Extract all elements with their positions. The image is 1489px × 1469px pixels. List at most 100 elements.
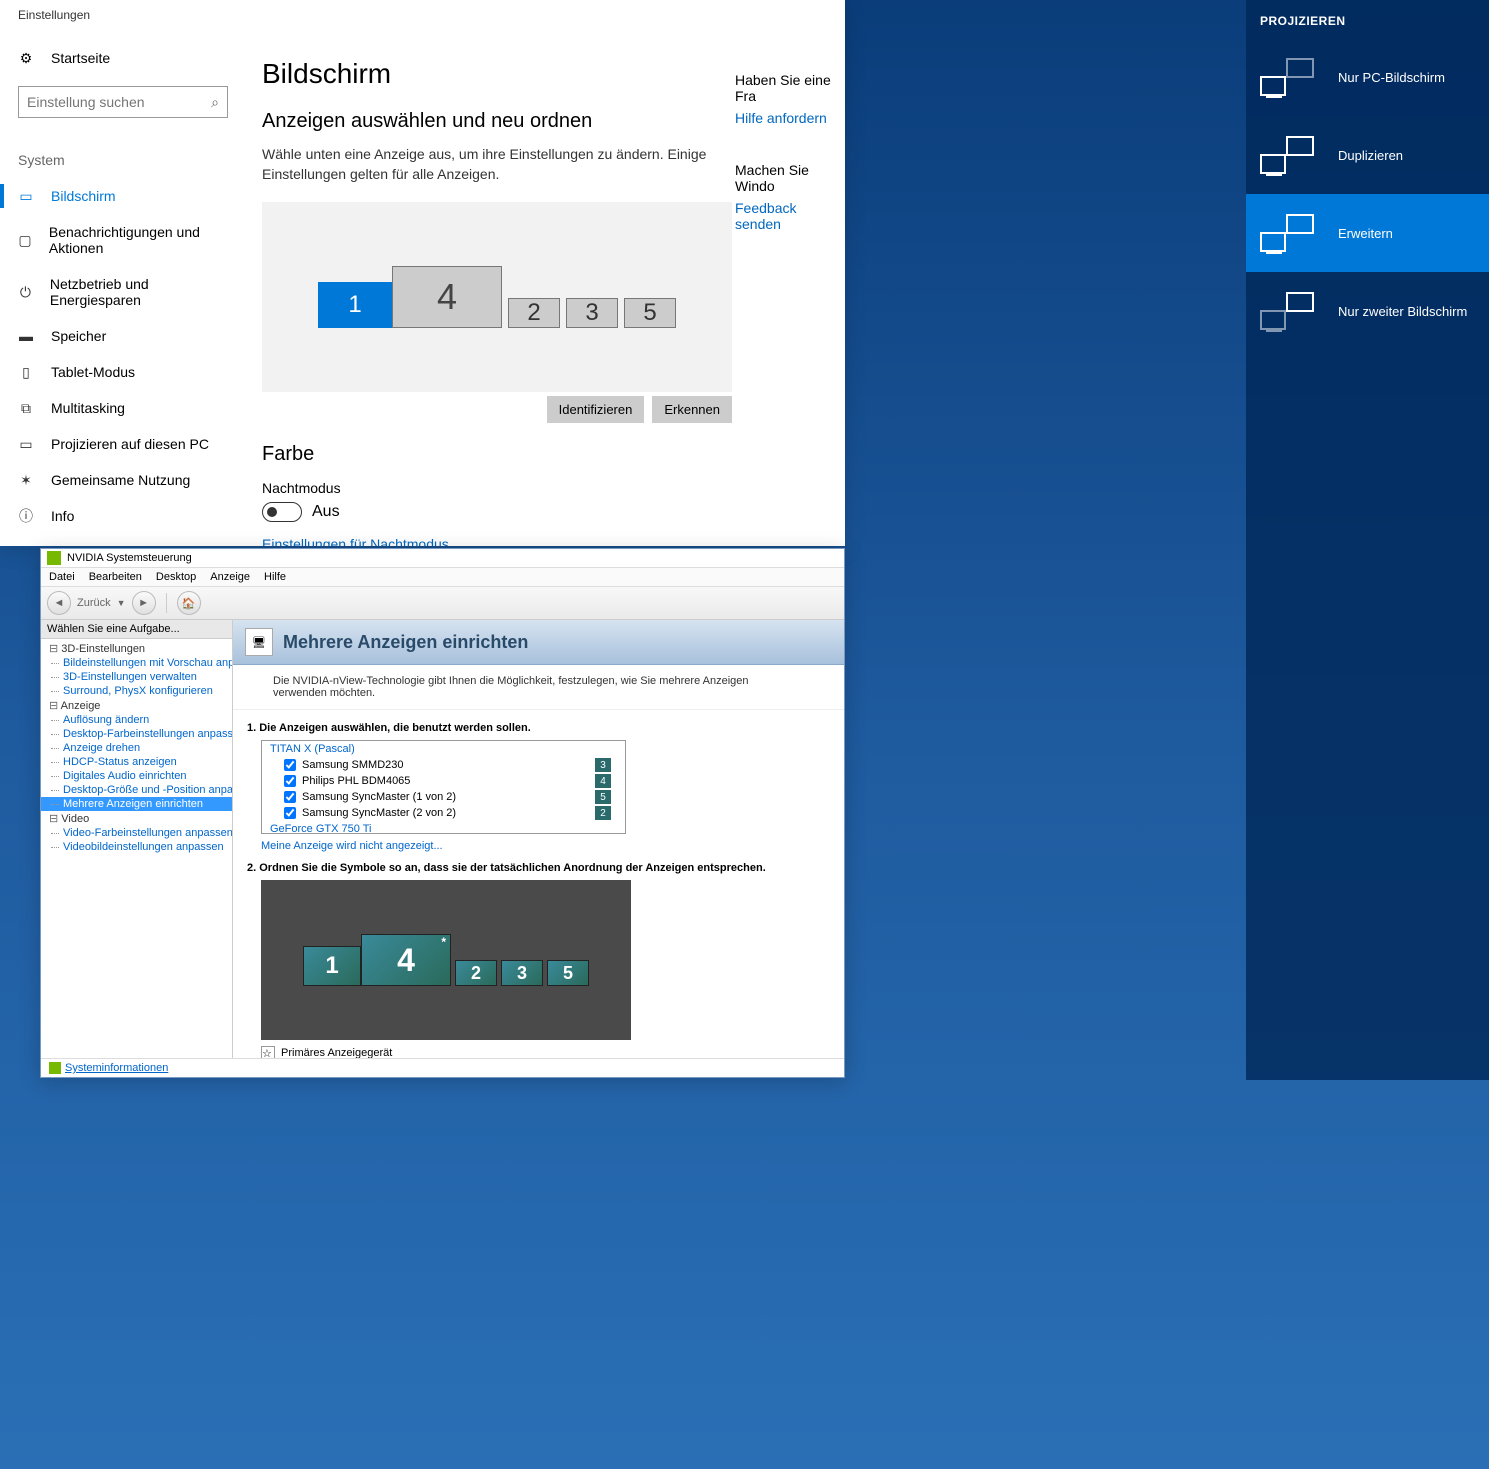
star-icon: ☆ bbox=[261, 1046, 275, 1058]
project-title: PROJIZIEREN bbox=[1246, 0, 1489, 38]
display-row[interactable]: Samsung SyncMaster (2 von 2)2 bbox=[262, 805, 625, 821]
settings-window: Einstellungen ⚙ Startseite ⌕ System ▭Bil… bbox=[0, 0, 845, 546]
nv-monitor-1[interactable]: 1 bbox=[303, 946, 361, 986]
duplicate-icon bbox=[1260, 136, 1322, 174]
tree-leaf[interactable]: Anzeige drehen bbox=[41, 741, 232, 755]
forward-button[interactable]: ► bbox=[132, 591, 156, 615]
project-second-only[interactable]: Nur zweiter Bildschirm bbox=[1246, 272, 1489, 350]
nav-gemeinsame[interactable]: ✶Gemeinsame Nutzung bbox=[0, 462, 248, 498]
tree-heading: Wählen Sie eine Aufgabe... bbox=[41, 620, 232, 639]
step-1-label: 1. Die Anzeigen auswählen, die benutzt w… bbox=[247, 722, 830, 734]
monitor-4[interactable]: 4 bbox=[392, 266, 502, 328]
menu-bearbeiten[interactable]: Bearbeiten bbox=[89, 571, 142, 583]
sysinfo-link[interactable]: Systeminformationen bbox=[41, 1058, 844, 1077]
tree-leaf-selected[interactable]: Mehrere Anzeigen einrichten bbox=[41, 797, 232, 811]
nav-multitasking[interactable]: ⧉Multitasking bbox=[0, 390, 248, 426]
menu-desktop[interactable]: Desktop bbox=[156, 571, 196, 583]
display-checkbox[interactable] bbox=[284, 807, 296, 819]
help-link[interactable]: Hilfe anfordern bbox=[735, 110, 845, 126]
primary-star-icon: * bbox=[441, 935, 446, 949]
nvidia-toolbar: ◄ Zurück ▼ ► 🏠 bbox=[41, 587, 844, 620]
feedback-heading: Machen Sie Windo bbox=[735, 162, 845, 194]
project-pc-only[interactable]: Nur PC-Bildschirm bbox=[1246, 38, 1489, 116]
tree-leaf[interactable]: Video-Farbeinstellungen anpassen bbox=[41, 826, 232, 840]
home-button-nv[interactable]: 🏠 bbox=[177, 591, 201, 615]
multidisplay-icon: 🖥 bbox=[245, 628, 273, 656]
multitasking-icon: ⧉ bbox=[18, 400, 34, 416]
display-arrange-area[interactable]: 1 4 2 3 5 bbox=[262, 202, 732, 392]
tree-leaf[interactable]: Auflösung ändern bbox=[41, 713, 232, 727]
back-button[interactable]: ◄ bbox=[47, 591, 71, 615]
menu-anzeige[interactable]: Anzeige bbox=[210, 571, 250, 583]
search-input[interactable]: ⌕ bbox=[18, 86, 228, 118]
color-heading: Farbe bbox=[262, 443, 805, 466]
primary-display-row: ☆Primäres Anzeigegerät bbox=[261, 1046, 816, 1058]
night-mode-toggle[interactable] bbox=[262, 502, 302, 522]
nvidia-title: NVIDIA Systemsteuerung bbox=[67, 552, 192, 564]
display-row[interactable]: Samsung SyncMaster (1 von 2)5 bbox=[262, 789, 625, 805]
nvidia-window: NVIDIA Systemsteuerung Datei Bearbeiten … bbox=[40, 548, 845, 1078]
display-checkbox[interactable] bbox=[284, 775, 296, 787]
step-2-label: 2. Ordnen Sie die Symbole so an, dass si… bbox=[247, 862, 830, 874]
nvidia-header: 🖥 Mehrere Anzeigen einrichten bbox=[233, 620, 844, 665]
power-icon: ⏻ bbox=[18, 284, 33, 300]
display-checkbox[interactable] bbox=[284, 759, 296, 771]
tree-leaf[interactable]: 3D-Einstellungen verwalten bbox=[41, 670, 232, 684]
detect-button[interactable]: Erkennen bbox=[652, 396, 732, 423]
extend-icon bbox=[1260, 214, 1322, 252]
tree-leaf[interactable]: HDCP-Status anzeigen bbox=[41, 755, 232, 769]
display-row[interactable]: Philips PHL BDM40654 bbox=[262, 773, 625, 789]
tree-leaf[interactable]: Desktop-Farbeinstellungen anpassen bbox=[41, 727, 232, 741]
missing-display-link[interactable]: Meine Anzeige wird nicht angezeigt... bbox=[261, 840, 830, 852]
nv-monitor-5[interactable]: 5 bbox=[547, 960, 589, 986]
project-panel: PROJIZIEREN Nur PC-Bildschirm Dupliziere… bbox=[1246, 0, 1489, 1080]
home-button[interactable]: ⚙ Startseite bbox=[0, 40, 248, 76]
nav-benachrichtigungen[interactable]: ▢Benachrichtigungen und Aktionen bbox=[0, 214, 248, 266]
nvidia-arrange-area[interactable]: 1 4* 2 3 5 bbox=[261, 880, 631, 1040]
tree-cat-anzeige[interactable]: Anzeige bbox=[41, 698, 232, 713]
pc-only-icon bbox=[1260, 58, 1322, 96]
nav-info[interactable]: ⓘInfo bbox=[0, 498, 248, 534]
notifications-icon: ▢ bbox=[18, 232, 32, 248]
project-extend[interactable]: Erweitern bbox=[1246, 194, 1489, 272]
nv-monitor-2[interactable]: 2 bbox=[455, 960, 497, 986]
feedback-link[interactable]: Feedback senden bbox=[735, 200, 845, 232]
menu-hilfe[interactable]: Hilfe bbox=[264, 571, 286, 583]
search-field[interactable] bbox=[27, 94, 211, 110]
monitor-2[interactable]: 2 bbox=[508, 298, 560, 328]
nav-speicher[interactable]: ▬Speicher bbox=[0, 318, 248, 354]
display-row[interactable]: Samsung SMMD2303 bbox=[262, 757, 625, 773]
tree-leaf[interactable]: Digitales Audio einrichten bbox=[41, 769, 232, 783]
tree-leaf[interactable]: Bildeinstellungen mit Vorschau anpassen bbox=[41, 656, 232, 670]
identify-button[interactable]: Identifizieren bbox=[547, 396, 645, 423]
tree-cat-video[interactable]: Video bbox=[41, 811, 232, 826]
nv-monitor-4[interactable]: 4* bbox=[361, 934, 451, 986]
nv-monitor-3[interactable]: 3 bbox=[501, 960, 543, 986]
nav-projizieren[interactable]: ▭Projizieren auf diesen PC bbox=[0, 426, 248, 462]
monitor-5[interactable]: 5 bbox=[624, 298, 676, 328]
nvidia-icon bbox=[47, 551, 61, 565]
menu-datei[interactable]: Datei bbox=[49, 571, 75, 583]
settings-sidebar: ⚙ Startseite ⌕ System ▭Bildschirm ▢Benac… bbox=[0, 30, 248, 546]
nav-bildschirm[interactable]: ▭Bildschirm bbox=[0, 178, 248, 214]
tablet-icon: ▯ bbox=[18, 364, 34, 380]
monitor-1[interactable]: 1 bbox=[318, 282, 392, 328]
display-listbox[interactable]: TITAN X (Pascal) Samsung SMMD2303 Philip… bbox=[261, 740, 626, 834]
help-pane: Haben Sie eine Fra Hilfe anfordern Mache… bbox=[735, 72, 845, 232]
share-icon: ✶ bbox=[18, 472, 34, 488]
nav-tablet[interactable]: ▯Tablet-Modus bbox=[0, 354, 248, 390]
storage-icon: ▬ bbox=[18, 328, 34, 344]
nvidia-titlebar: NVIDIA Systemsteuerung bbox=[41, 549, 844, 568]
nav-netzbetrieb[interactable]: ⏻Netzbetrieb und Energiesparen bbox=[0, 266, 248, 318]
settings-main: Bildschirm Anzeigen auswählen und neu or… bbox=[248, 30, 845, 546]
tree-leaf[interactable]: Videobildeinstellungen anpassen bbox=[41, 840, 232, 854]
tree-cat-3d[interactable]: 3D-Einstellungen bbox=[41, 641, 232, 656]
display-checkbox[interactable] bbox=[284, 791, 296, 803]
project-icon: ▭ bbox=[18, 436, 34, 452]
tree-leaf[interactable]: Surround, PhysX konfigurieren bbox=[41, 684, 232, 698]
section-label: System bbox=[0, 128, 248, 178]
project-duplicate[interactable]: Duplizieren bbox=[1246, 116, 1489, 194]
night-mode-settings-link[interactable]: Einstellungen für Nachtmodus bbox=[262, 536, 805, 546]
tree-leaf[interactable]: Desktop-Größe und -Position anpassen bbox=[41, 783, 232, 797]
monitor-3[interactable]: 3 bbox=[566, 298, 618, 328]
